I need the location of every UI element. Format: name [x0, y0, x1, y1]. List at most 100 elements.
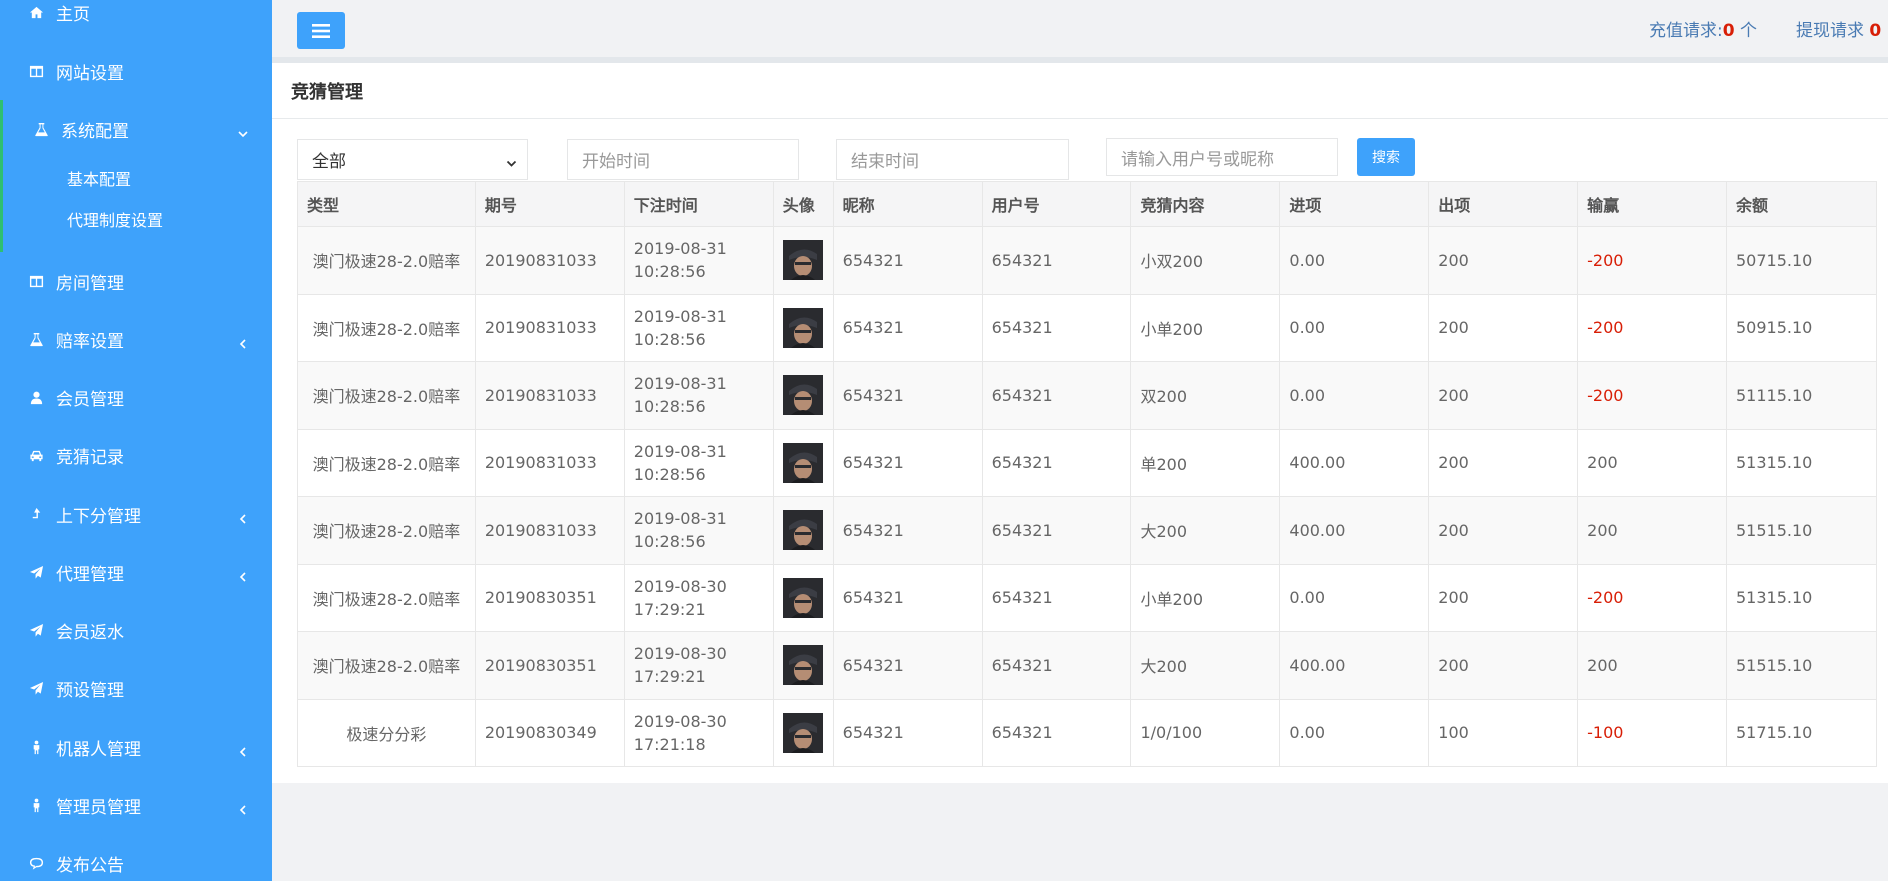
cell-content: 大200	[1130, 496, 1281, 565]
cell-result: -200	[1577, 293, 1727, 362]
bets-table: 类型 期号 下注时间 头像 昵称 用户号 竞猜内容 进项 出项 输赢 余额 澳门…	[297, 181, 1877, 767]
table-row: 澳门极速28-2.0赔率 20190831033 2019-08-31 10:28:5…	[297, 428, 1877, 497]
sidebar-item-room-management[interactable]: 房间管理	[0, 261, 272, 301]
avatar	[782, 375, 823, 416]
cell-nickname: 654321	[832, 361, 983, 430]
table-row: 澳门极速28-2.0赔率 20190831033 2019-08-31 10:28:5…	[297, 496, 1877, 565]
recharge-requests-unit: 个	[1734, 21, 1757, 41]
cell-nickname: 654321	[832, 631, 983, 700]
sidebar-item-preset-management[interactable]: 预设管理	[0, 668, 272, 708]
withdraw-requests-count: 0	[1869, 21, 1882, 41]
home-icon	[28, 4, 44, 20]
table-row: 极速分分彩 20190830349 2019-08-30 17:21:18 654321…	[297, 698, 1877, 767]
cell-outgo: 200	[1428, 631, 1579, 700]
cell-nickname: 654321	[832, 293, 983, 362]
sidebar-item-member-management[interactable]: 会员管理	[0, 377, 272, 417]
cell-bet-clock: 17:29:21	[633, 667, 706, 687]
recharge-requests-link[interactable]: 充值请求:0 个	[1649, 16, 1757, 41]
paper-plane-icon	[28, 564, 44, 580]
cell-user-no: 654321	[981, 226, 1132, 295]
search-button[interactable]: 搜索	[1357, 138, 1415, 176]
table-row: 澳门极速28-2.0赔率 20190830351 2019-08-30 17:29:2…	[297, 563, 1877, 632]
sidebar-item-member-rebate[interactable]: 会员返水	[0, 610, 272, 650]
cell-balance: 50915.10	[1726, 293, 1877, 362]
withdraw-requests-label: 提现请求	[1796, 21, 1870, 41]
cell-avatar	[772, 496, 834, 565]
recharge-requests-label: 充值请求:	[1649, 21, 1723, 41]
sidebar-item-system-config[interactable]: 系统配置	[0, 109, 272, 149]
sidebar-item-agent-management[interactable]: 代理管理	[0, 552, 272, 592]
cell-outgo: 200	[1428, 361, 1579, 430]
cell-bet-date: 2019-08-30	[633, 576, 727, 596]
hamburger-icon	[312, 23, 330, 38]
cell-result: -200	[1577, 226, 1727, 295]
sidebar-subitem-agent-system[interactable]: 代理制度设置	[0, 201, 272, 237]
cell-type: 极速分分彩	[297, 698, 476, 767]
car-icon	[28, 447, 44, 463]
sidebar-item-odds-settings[interactable]: 赔率设置	[0, 319, 272, 359]
sidebar-subitem-basic-config[interactable]: 基本配置	[0, 160, 272, 196]
end-time-input[interactable]: 结束时间	[836, 139, 1069, 180]
sidebar-item-bet-records[interactable]: 竞猜记录	[0, 435, 272, 475]
col-header-outgo: 出项	[1428, 181, 1579, 227]
sidebar-item-site-settings[interactable]: 网站设置	[0, 51, 272, 91]
chevron-down-icon	[506, 154, 517, 167]
cell-balance: 51315.10	[1726, 563, 1877, 632]
cell-bet-time: 2019-08-30 17:21:18	[623, 698, 774, 767]
cell-content: 单200	[1130, 428, 1281, 497]
cell-user-no: 654321	[981, 293, 1132, 362]
cell-nickname: 654321	[832, 698, 983, 767]
cell-user-no: 654321	[981, 428, 1132, 497]
table-row: 澳门极速28-2.0赔率 20190831033 2019-08-31 10:28:5…	[297, 361, 1877, 430]
cell-bet-clock: 10:28:56	[633, 262, 706, 282]
cell-avatar	[772, 631, 834, 700]
avatar	[782, 240, 823, 281]
col-header-user-no: 用户号	[981, 181, 1132, 227]
cell-bet-clock: 10:28:56	[633, 464, 706, 484]
withdraw-requests-link[interactable]: 提现请求 0	[1796, 16, 1881, 41]
cell-content: 小单200	[1130, 563, 1281, 632]
table-row: 澳门极速28-2.0赔率 20190830351 2019-08-30 17:29:2…	[297, 631, 1877, 700]
col-header-issue: 期号	[474, 181, 625, 227]
col-header-balance: 余额	[1726, 181, 1877, 227]
cell-content: 大200	[1130, 631, 1281, 700]
cell-nickname: 654321	[832, 428, 983, 497]
title-divider	[272, 118, 1888, 119]
chevron-down-icon	[238, 124, 248, 138]
sidebar-item-robot-management[interactable]: 机器人管理	[0, 727, 272, 767]
cell-bet-time: 2019-08-31 10:28:56	[623, 226, 774, 295]
sidebar-item-home[interactable]: 主页	[0, 0, 272, 32]
flask-icon	[33, 121, 49, 137]
cell-user-no: 654321	[981, 698, 1132, 767]
cell-income: 0.00	[1279, 563, 1430, 632]
sidebar-item-credit-management[interactable]: 上下分管理	[0, 494, 272, 534]
type-select[interactable]: 全部	[297, 139, 528, 180]
cell-bet-time: 2019-08-31 10:28:56	[623, 361, 774, 430]
cell-bet-clock: 17:21:18	[633, 734, 706, 754]
cell-content: 小双200	[1130, 226, 1281, 295]
table-header-row: 类型 期号 下注时间 头像 昵称 用户号 竞猜内容 进项 出项 输赢 余额	[297, 181, 1877, 227]
sidebar-item-label: 发布公告	[56, 855, 124, 876]
sidebar-item-label: 预设管理	[56, 680, 124, 701]
cell-outgo: 200	[1428, 428, 1579, 497]
chevron-left-icon	[238, 800, 248, 815]
cell-user-no: 654321	[981, 631, 1132, 700]
cell-type: 澳门极速28-2.0赔率	[297, 293, 476, 362]
cell-result: -100	[1577, 698, 1727, 767]
start-time-input[interactable]: 开始时间	[567, 139, 799, 180]
cell-bet-time: 2019-08-31 10:28:56	[623, 428, 774, 497]
sidebar-item-admin-management[interactable]: 管理员管理	[0, 785, 272, 825]
cell-issue: 20190831033	[474, 361, 625, 430]
table-row: 澳门极速28-2.0赔率 20190831033 2019-08-31 10:28:5…	[297, 293, 1877, 362]
cell-user-no: 654321	[981, 563, 1132, 632]
menu-toggle-button[interactable]	[297, 12, 345, 49]
cell-result: -200	[1577, 361, 1727, 430]
cell-bet-clock: 10:28:56	[633, 532, 706, 552]
cell-type: 澳门极速28-2.0赔率	[297, 563, 476, 632]
columns-icon	[28, 63, 44, 79]
sidebar-subitem-label: 代理制度设置	[67, 211, 164, 230]
sidebar-item-label: 代理管理	[56, 564, 124, 585]
cell-user-no: 654321	[981, 361, 1132, 430]
sidebar-item-announcements[interactable]: 发布公告	[0, 843, 272, 881]
search-input[interactable]: 请输入用户号或昵称	[1106, 138, 1338, 176]
